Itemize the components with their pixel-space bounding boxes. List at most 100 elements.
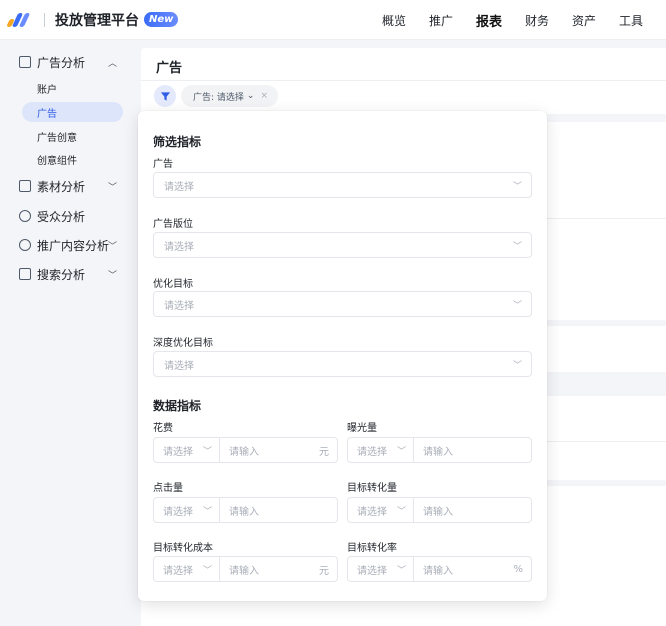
unit-label: % [513, 563, 523, 575]
sidebar-item-label: 素材分析 [37, 179, 86, 194]
conversion-cost-filter: 请选择 ﹀ 请输入元 [153, 556, 338, 582]
optimization-goal-select-placeholder: 请选择 [164, 300, 194, 312]
unit-label: 元 [319, 565, 329, 577]
table-row [546, 372, 666, 396]
nav-assets[interactable]: 资产 [572, 12, 596, 29]
sidebar-subitem-ad-creative[interactable]: 广告创意 [22, 126, 123, 146]
top-nav: 概览 推广 报表 财务 资产 工具 [382, 0, 666, 40]
deep-goal-field-label: 深度优化目标 [153, 338, 213, 349]
sidebar-item-label: 受众分析 [37, 209, 86, 224]
table-row [546, 320, 666, 326]
sidebar-item-search-analysis[interactable]: 搜索分析 ﹀ [0, 262, 132, 286]
data-section-title: 数据指标 [153, 399, 202, 413]
impressions-operator-select[interactable]: 请选择 ﹀ [348, 438, 414, 462]
divider [44, 12, 45, 27]
optimization-goal-select[interactable]: 请选择 ﹀ [153, 291, 532, 317]
conversion-cost-label: 目标转化成本 [153, 543, 213, 554]
sidebar-item-audience-analysis[interactable]: 受众分析 [0, 204, 132, 228]
chevron-down-icon: ﹀ [512, 181, 522, 192]
chevron-down-icon: ﹀ [202, 506, 212, 517]
chevron-down-icon: ﹀ [396, 565, 406, 576]
table-row [546, 480, 666, 486]
conversion-cost-input[interactable]: 请输入元 [220, 557, 337, 581]
cost-label: 花费 [153, 423, 173, 434]
conversion-rate-filter: 请选择 ﹀ 请输入% [347, 556, 532, 582]
deep-goal-select[interactable]: 请选择 ﹀ [153, 351, 532, 377]
sidebar-subitem-ad[interactable]: 广告 [22, 102, 123, 122]
brand-title[interactable]: 投放管理平台 [55, 10, 139, 30]
filter-button[interactable] [154, 85, 176, 107]
conversions-input[interactable]: 请输入 [414, 498, 531, 522]
nav-finance[interactable]: 财务 [525, 12, 549, 29]
sidebar-item-ad-analysis[interactable]: 广告分析 ︿ [0, 50, 132, 74]
filter-chip-label: 广告: 请选择 [193, 92, 244, 103]
sidebar-item-label: 广告分析 [37, 55, 86, 70]
sidebar-item-label: 搜索分析 [37, 267, 86, 282]
filter-section-title: 筛选指标 [153, 135, 202, 149]
nav-tools[interactable]: 工具 [619, 12, 643, 29]
brand-logo-icon[interactable] [6, 10, 36, 30]
page-title: 广告 [156, 61, 183, 76]
search-box-icon [19, 268, 31, 280]
close-icon[interactable]: × [260, 91, 268, 101]
cost-input[interactable]: 请输入元 [220, 438, 337, 462]
placement-field-label: 广告版位 [153, 219, 193, 230]
chevron-down-icon: ﹀ [202, 565, 212, 576]
chevron-down-icon: ﹀ [512, 300, 522, 311]
sidebar-item-content-analysis[interactable]: 推广内容分析 ﹀ [0, 233, 132, 257]
chevron-down-icon: ﹀ [202, 446, 212, 457]
chevron-down-icon: ﹀ [108, 241, 118, 252]
sidebar: 广告分析 ︿ 账户 广告 广告创意 创意组件 素材分析 ﹀ 受众分析 推广内容分… [0, 40, 132, 626]
placement-select-placeholder: 请选择 [164, 241, 194, 253]
conversion-rate-label: 目标转化率 [347, 543, 397, 554]
target-icon [19, 239, 31, 251]
impressions-input[interactable]: 请输入 [414, 438, 531, 462]
filter-chip-ad[interactable]: 广告: 请选择 ⌄ × [181, 85, 278, 107]
sidebar-subitem-account[interactable]: 账户 [22, 78, 123, 98]
chevron-down-icon: ⌄ [246, 91, 255, 101]
deep-goal-select-placeholder: 请选择 [164, 360, 194, 372]
report-icon [19, 56, 31, 68]
conversion-rate-input[interactable]: 请输入% [414, 557, 531, 581]
filter-popover: 筛选指标 广告 请选择 ﹀ 广告版位 请选择 ﹀ 优化目标 请选择 ﹀ 深度优化… [138, 111, 547, 601]
table-row [546, 218, 666, 219]
sidebar-item-material-analysis[interactable]: 素材分析 ﹀ [0, 174, 132, 198]
image-icon [19, 180, 31, 192]
conversion-cost-operator-select[interactable]: 请选择 ﹀ [154, 557, 220, 581]
conversions-filter: 请选择 ﹀ 请输入 [347, 497, 532, 523]
chevron-down-icon: ﹀ [512, 241, 522, 252]
conversions-label: 目标转化量 [347, 483, 397, 494]
clicks-filter: 请选择 ﹀ 请输入 [153, 497, 338, 523]
chevron-up-icon: ︿ [108, 58, 118, 69]
chevron-down-icon: ﹀ [396, 506, 406, 517]
divider [141, 80, 666, 81]
impressions-label: 曝光量 [347, 423, 377, 434]
unit-label: 元 [319, 446, 329, 458]
placement-select[interactable]: 请选择 ﹀ [153, 232, 532, 258]
optimization-goal-field-label: 优化目标 [153, 279, 193, 290]
sidebar-item-label: 推广内容分析 [37, 238, 110, 253]
table-row [546, 441, 666, 442]
impressions-filter: 请选择 ﹀ 请输入 [347, 437, 532, 463]
chevron-down-icon: ﹀ [512, 360, 522, 371]
chevron-down-icon: ﹀ [396, 446, 406, 457]
clicks-label: 点击量 [153, 483, 183, 494]
filter-icon [160, 91, 170, 101]
clicks-operator-select[interactable]: 请选择 ﹀ [154, 498, 220, 522]
ad-select[interactable]: 请选择 ﹀ [153, 172, 532, 198]
new-badge: New [144, 12, 179, 27]
chevron-down-icon: ﹀ [108, 182, 118, 193]
nav-reports[interactable]: 报表 [476, 11, 502, 30]
users-icon [19, 210, 31, 222]
clicks-input[interactable]: 请输入 [220, 498, 337, 522]
ad-select-placeholder: 请选择 [164, 181, 194, 193]
table-header-strip [546, 114, 666, 122]
nav-promotion[interactable]: 推广 [429, 12, 453, 29]
ad-field-label: 广告 [153, 159, 173, 170]
cost-operator-select[interactable]: 请选择 ﹀ [154, 438, 220, 462]
nav-overview[interactable]: 概览 [382, 12, 406, 29]
sidebar-subitem-creative-component[interactable]: 创意组件 [22, 149, 123, 169]
conversion-rate-operator-select[interactable]: 请选择 ﹀ [348, 557, 414, 581]
conversions-operator-select[interactable]: 请选择 ﹀ [348, 498, 414, 522]
chevron-down-icon: ﹀ [108, 270, 118, 281]
